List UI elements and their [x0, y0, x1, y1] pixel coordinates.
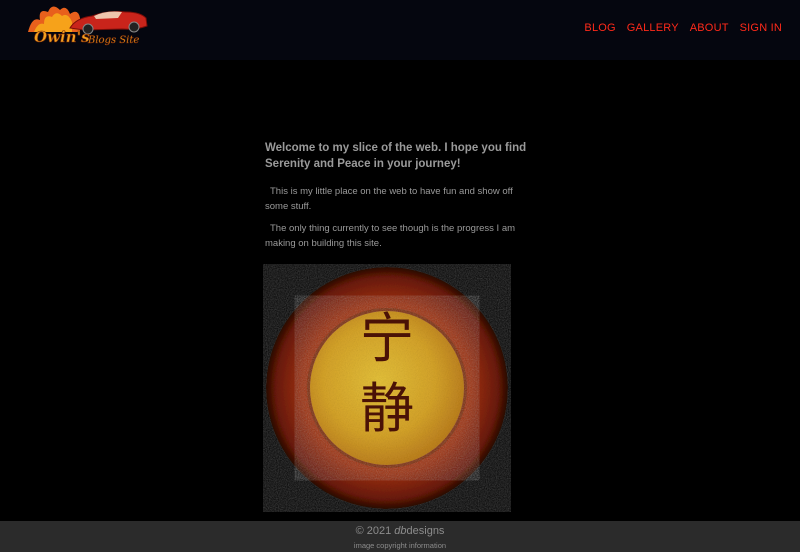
site-footer: © 2021 dbdesigns image copyright informa…	[0, 521, 800, 552]
copyright-brand: db	[394, 525, 407, 537]
emblem-char-bottom: 静	[360, 377, 414, 440]
svg-text:Owin's: Owin's	[34, 28, 90, 46]
site-header: Owin's Blogs Site BLOG GALLERY ABOUT SIG…	[0, 0, 800, 60]
nav-blog[interactable]: BLOG	[584, 22, 615, 34]
nav-sign-in[interactable]: SIGN IN	[740, 22, 782, 34]
image-copyright-link[interactable]: image copyright information	[0, 541, 800, 550]
nav-gallery[interactable]: GALLERY	[627, 22, 679, 34]
progress-paragraph: The only thing currently to see though i…	[265, 223, 516, 249]
svg-text:Blogs Site: Blogs Site	[87, 35, 139, 46]
site-logo[interactable]: Owin's Blogs Site	[26, 2, 150, 46]
intro-paragraph: This is my little place on the web to ha…	[265, 186, 513, 212]
nav-about[interactable]: ABOUT	[690, 22, 729, 34]
welcome-headline: Welcome to my slice of the web. I hope y…	[265, 142, 527, 170]
main-content: Welcome to my slice of the web. I hope y…	[265, 140, 530, 258]
main-nav: BLOG GALLERY ABOUT SIGN IN	[573, 22, 782, 34]
emblem-char-top: 宁	[360, 307, 414, 370]
copyright-text: © 2021 dbdesigns	[355, 525, 445, 537]
serenity-emblem: 宁 静	[266, 267, 508, 509]
